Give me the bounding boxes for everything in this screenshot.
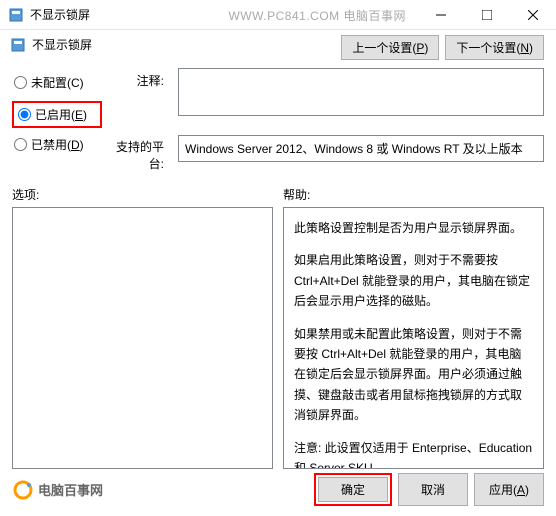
maximize-button[interactable] — [464, 0, 510, 30]
watermark-text: WWW.PC841.COM 电脑百事网 — [228, 7, 406, 24]
options-box — [12, 207, 273, 469]
options-label: 选项: — [12, 186, 273, 203]
titlebar: 不显示锁屏 WWW.PC841.COM 电脑百事网 — [0, 0, 556, 30]
logo-text: 电脑百事网 — [38, 480, 103, 499]
help-line: 此策略设置控制是否为用户显示锁屏界面。 — [294, 218, 533, 238]
platform-box: Windows Server 2012、Windows 8 或 Windows … — [178, 135, 544, 162]
next-setting-button[interactable]: 下一个设置(N) — [445, 35, 544, 60]
close-button[interactable] — [510, 0, 556, 30]
policy-icon — [10, 37, 26, 53]
subtitle-text: 不显示锁屏 — [32, 36, 92, 53]
highlight-enabled: 已启用(E) — [12, 101, 102, 128]
help-line: 如果禁用或未配置此策略设置，则对于不需要按 Ctrl+Alt+Del 就能登录的… — [294, 324, 533, 426]
comment-textarea[interactable] — [178, 68, 544, 116]
platform-label: 支持的平台: — [110, 138, 164, 172]
cancel-button[interactable]: 取消 — [398, 473, 468, 506]
site-logo: 电脑百事网 — [12, 479, 103, 501]
help-line: 注意: 此设置仅适用于 Enterprise、Education 和 Serve… — [294, 438, 533, 469]
radio-not-configured[interactable]: 未配置(C) — [12, 72, 102, 93]
apply-button[interactable]: 应用(A) — [474, 473, 544, 506]
ok-button[interactable]: 确定 — [318, 477, 388, 502]
radio-enabled[interactable]: 已启用(E) — [16, 104, 98, 125]
radio-not-configured-input[interactable] — [14, 76, 27, 89]
highlight-ok: 确定 — [314, 473, 392, 506]
radio-disabled-input[interactable] — [14, 138, 27, 151]
app-icon — [8, 7, 24, 23]
prev-setting-button[interactable]: 上一个设置(P) — [341, 35, 439, 60]
help-label: 帮助: — [283, 186, 544, 203]
comment-label: 注释: — [110, 72, 164, 98]
logo-icon — [12, 479, 34, 501]
radio-disabled[interactable]: 已禁用(D) — [12, 134, 102, 155]
minimize-button[interactable] — [418, 0, 464, 30]
radio-enabled-input[interactable] — [18, 108, 31, 121]
help-line: 如果启用此策略设置，则对于不需要按 Ctrl+Alt+Del 就能登录的用户，其… — [294, 250, 533, 311]
help-box: 此策略设置控制是否为用户显示锁屏界面。 如果启用此策略设置，则对于不需要按 Ct… — [283, 207, 544, 469]
